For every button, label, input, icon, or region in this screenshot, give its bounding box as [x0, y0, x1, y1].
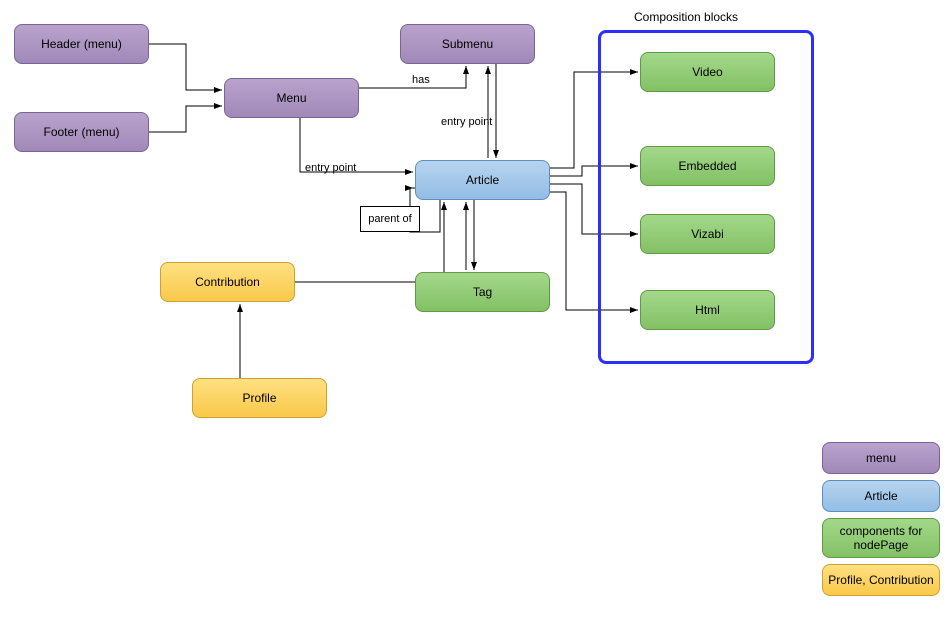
edge-label-entry-left: entry point — [305, 162, 356, 174]
legend-item-menu: menu — [822, 442, 940, 474]
node-article: Article — [415, 160, 550, 200]
node-label: Header (menu) — [41, 37, 122, 51]
legend-item-article: Article — [822, 480, 940, 512]
legend-label: components for nodePage — [827, 524, 935, 553]
legend: menu Article components for nodePage Pro… — [822, 436, 940, 596]
legend-item-components: components for nodePage — [822, 518, 940, 558]
edge-label-has: has — [412, 74, 430, 86]
node-profile: Profile — [192, 378, 327, 418]
node-label: Footer (menu) — [43, 125, 119, 139]
legend-label: Profile, Contribution — [828, 573, 933, 587]
node-label: Menu — [276, 91, 306, 105]
node-contribution: Contribution — [160, 262, 295, 302]
legend-label: menu — [866, 451, 896, 465]
legend-item-profile-contribution: Profile, Contribution — [822, 564, 940, 596]
node-label: Profile — [242, 391, 276, 405]
node-label: Contribution — [195, 275, 260, 289]
edge-label-entry-top: entry point — [441, 116, 492, 128]
node-header-menu: Header (menu) — [14, 24, 149, 64]
node-label: Article — [466, 173, 499, 187]
node-footer-menu: Footer (menu) — [14, 112, 149, 152]
node-menu: Menu — [224, 78, 359, 118]
composition-title: Composition blocks — [634, 10, 738, 24]
node-tag: Tag — [415, 272, 550, 312]
legend-label: Article — [864, 489, 897, 503]
node-label: Submenu — [442, 37, 493, 51]
node-submenu: Submenu — [400, 24, 535, 64]
edge-label-parent-of: parent of — [360, 206, 420, 232]
composition-box — [598, 30, 814, 364]
node-label: Tag — [473, 285, 492, 299]
